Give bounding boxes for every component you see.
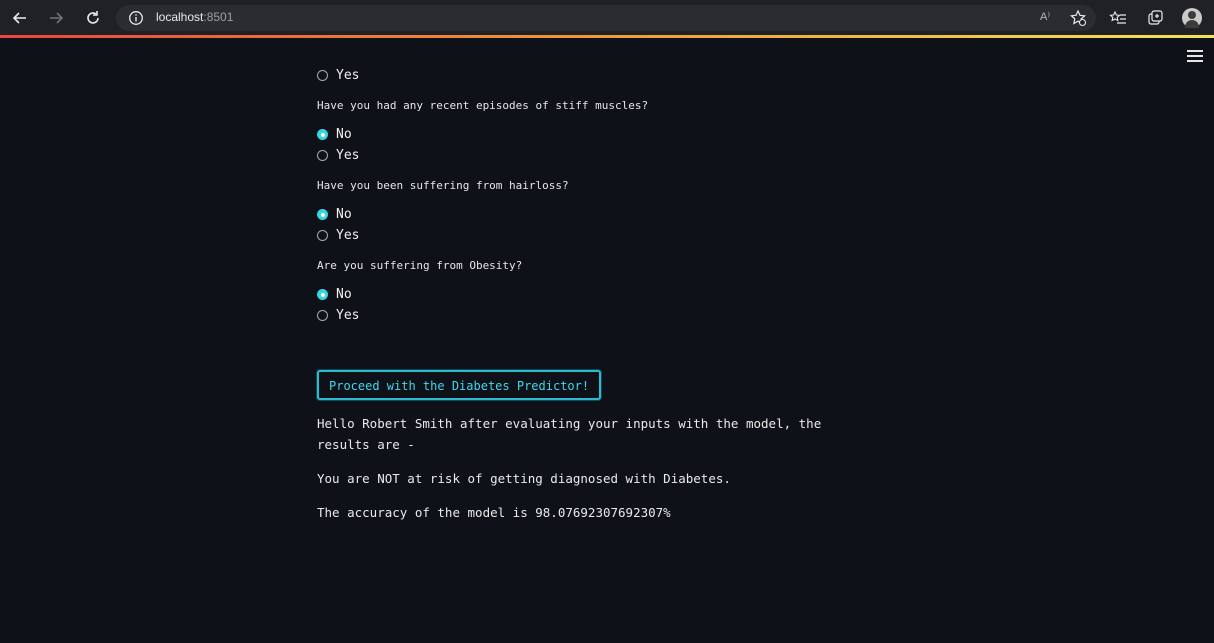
questionnaire: Yes Have you had any recent episodes of … xyxy=(317,66,877,326)
radio-group: No Yes xyxy=(317,284,877,326)
profile-avatar[interactable] xyxy=(1182,8,1202,28)
radio-label: Yes xyxy=(336,228,360,243)
result-verdict: You are NOT at risk of getting diagnosed… xyxy=(317,471,731,486)
question-hairloss: Have you been suffering from hairloss? N… xyxy=(317,178,877,246)
collections-icon[interactable] xyxy=(1145,8,1165,28)
radio-option-yes-partial[interactable]: Yes xyxy=(317,65,877,86)
radio-selected[interactable] xyxy=(317,209,328,220)
radio-option-no[interactable]: No xyxy=(317,284,877,305)
main-menu-icon[interactable] xyxy=(1187,50,1203,62)
favorites-icon[interactable] xyxy=(1108,8,1128,28)
radio-circle[interactable] xyxy=(317,310,328,321)
forward-icon[interactable] xyxy=(45,7,67,29)
result-accuracy: The accuracy of the model is 98.07692307… xyxy=(317,505,671,520)
question-text: Have you had any recent episodes of stif… xyxy=(317,99,649,112)
radio-group: No Yes xyxy=(317,124,877,166)
read-aloud-icon[interactable]: A⁾ xyxy=(1040,10,1050,23)
info-icon[interactable] xyxy=(128,10,144,26)
refresh-icon[interactable] xyxy=(82,7,104,29)
radio-option-yes[interactable]: Yes xyxy=(317,145,877,166)
predict-button[interactable]: Proceed with the Diabetes Predictor! xyxy=(317,370,602,400)
streamlit-top-decoration xyxy=(0,35,1214,38)
question-text: Are you suffering from Obesity? xyxy=(317,259,523,272)
avatar-head xyxy=(1188,11,1196,19)
radio-selected[interactable] xyxy=(317,129,328,140)
radio-circle[interactable] xyxy=(317,70,328,81)
radio-group: No Yes xyxy=(317,204,877,246)
radio-circle[interactable] xyxy=(317,230,328,241)
radio-option-no[interactable]: No xyxy=(317,204,877,225)
radio-label: No xyxy=(336,127,352,142)
favorite-add-icon[interactable] xyxy=(1068,8,1088,28)
radio-label: No xyxy=(336,207,352,222)
radio-label: Yes xyxy=(336,68,360,83)
radio-option-no[interactable]: No xyxy=(317,124,877,145)
radio-label: Yes xyxy=(336,148,360,163)
url-text: localhost:8501 xyxy=(156,10,234,24)
question-stiff-muscles: Have you had any recent episodes of stif… xyxy=(317,98,877,166)
question-obesity: Are you suffering from Obesity? No Yes xyxy=(317,258,877,326)
result-greeting: Hello Robert Smith after evaluating your… xyxy=(317,416,822,452)
radio-selected[interactable] xyxy=(317,289,328,300)
browser-toolbar: localhost:8501 A⁾ xyxy=(0,0,1214,35)
radio-option-yes[interactable]: Yes xyxy=(317,305,877,326)
avatar-body xyxy=(1185,20,1199,28)
address-bar[interactable]: localhost:8501 xyxy=(116,5,1096,31)
radio-label: No xyxy=(336,287,352,302)
back-icon[interactable] xyxy=(9,7,31,29)
radio-option-yes[interactable]: Yes xyxy=(317,225,877,246)
question-text: Have you been suffering from hairloss? xyxy=(317,179,569,192)
radio-label: Yes xyxy=(336,308,360,323)
radio-circle[interactable] xyxy=(317,150,328,161)
